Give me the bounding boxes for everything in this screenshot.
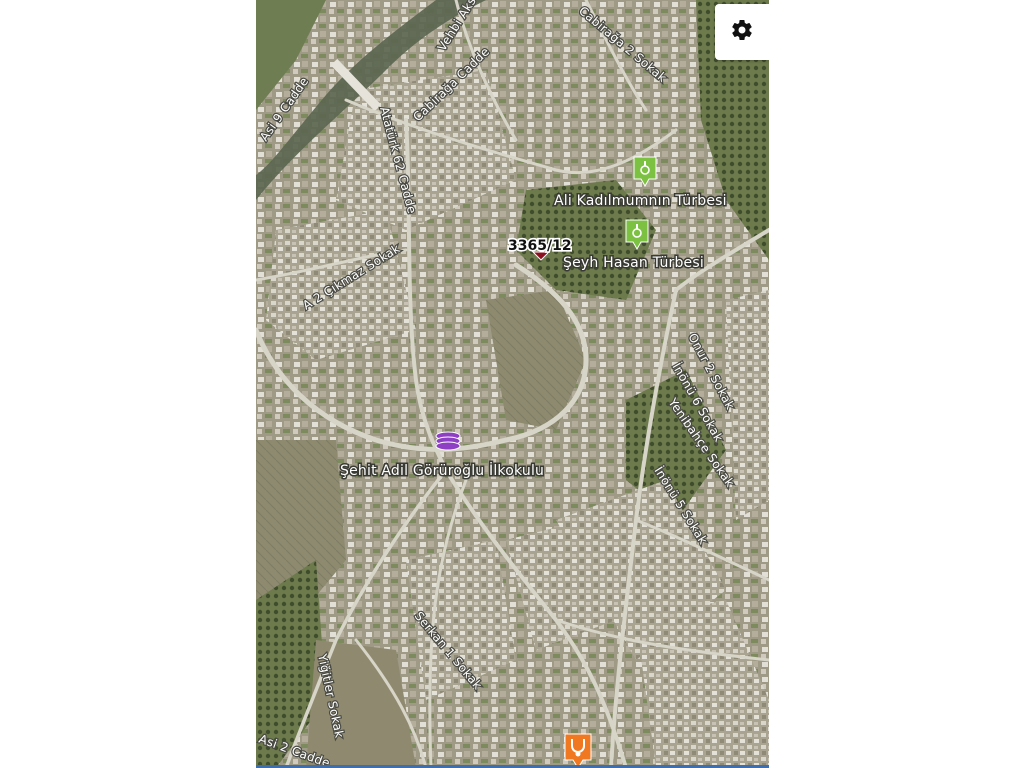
parcel-label: 3365/12 xyxy=(508,238,572,254)
school-icon[interactable] xyxy=(435,431,461,451)
poi-label: Ali Kadılmumnın Türbesi xyxy=(554,193,727,209)
satellite-map[interactable]: 3365/12 Vehbi Aksoy Cabirağa Cadde Cabir… xyxy=(256,0,769,768)
poi-label: Şeyh Hasan Türbesi xyxy=(563,255,704,271)
poi-label: Şehit Adil Görüroğlu İlkokulu xyxy=(340,461,544,479)
gear-icon xyxy=(730,18,754,46)
settings-button[interactable] xyxy=(715,4,769,60)
map-viewport[interactable]: 3365/12 Vehbi Aksoy Cabirağa Cadde Cabir… xyxy=(256,0,769,768)
